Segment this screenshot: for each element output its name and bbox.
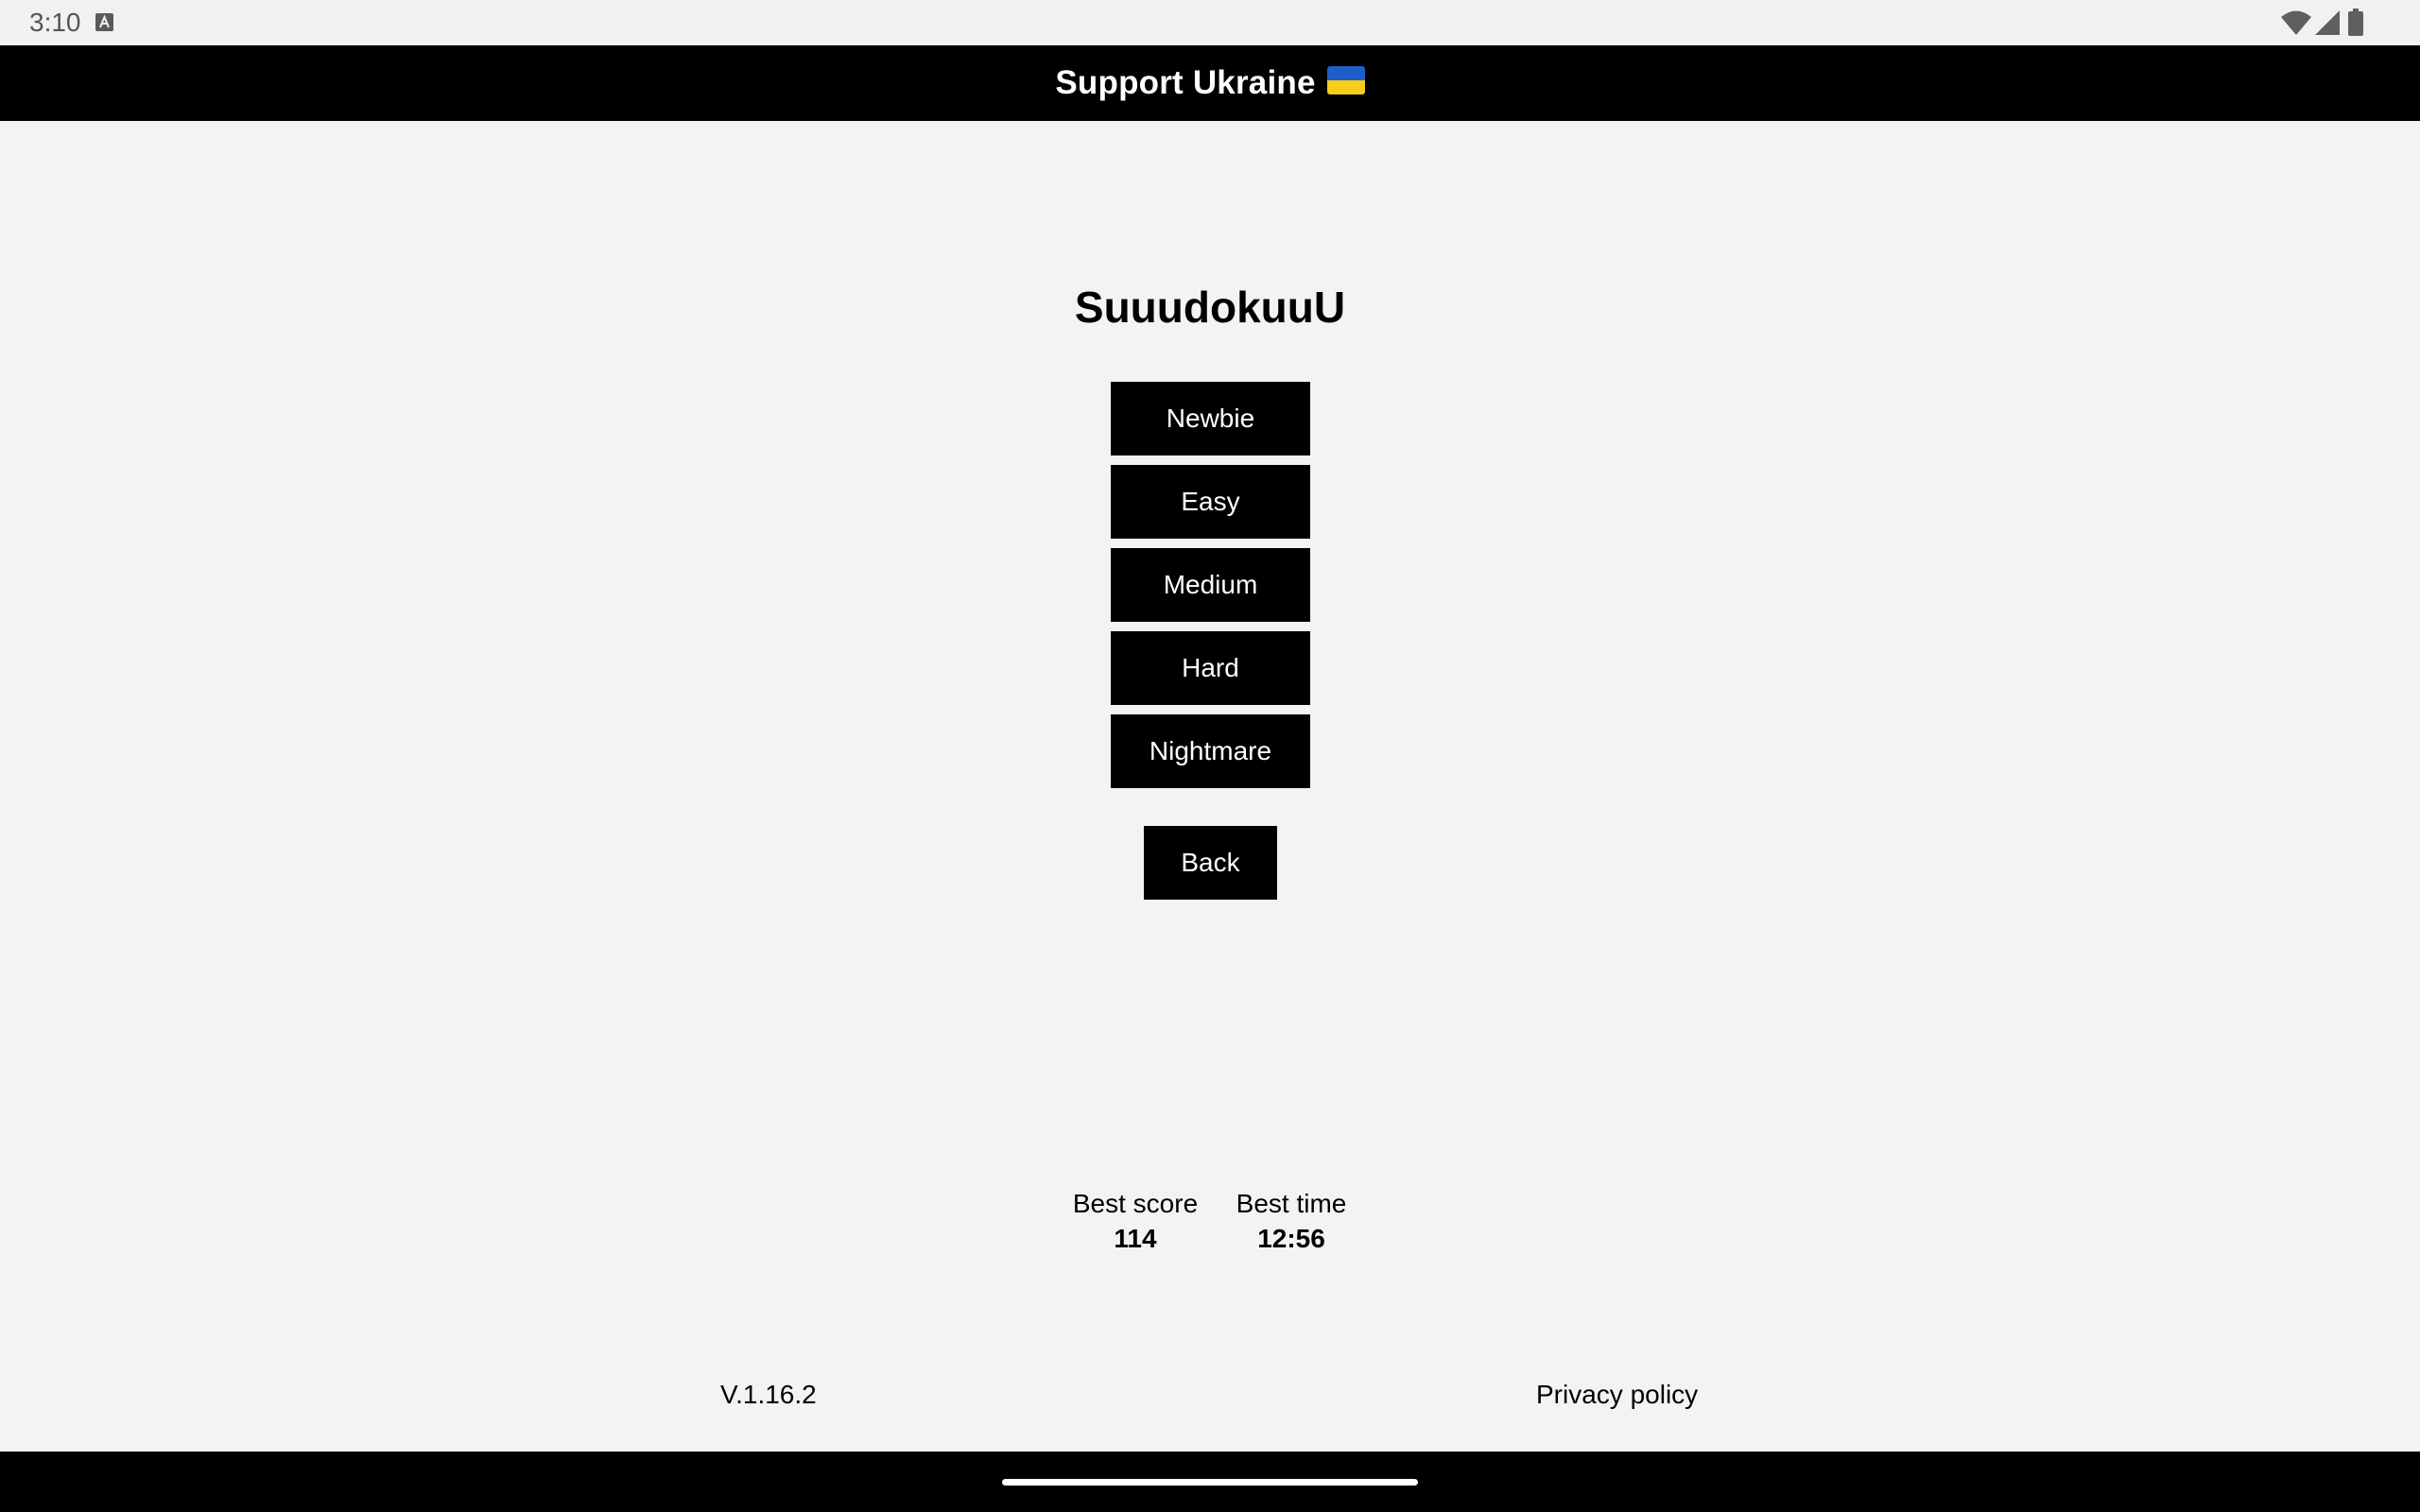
hard-button[interactable]: Hard	[1111, 631, 1310, 705]
status-icons	[2231, 0, 2420, 45]
ukraine-flag-icon	[1326, 66, 1365, 94]
navigation-bar	[0, 1452, 2420, 1512]
home-handle[interactable]	[1002, 1479, 1418, 1486]
status-time: 3:10	[29, 8, 81, 37]
best-score: Best score 114	[1068, 1187, 1202, 1257]
battery-icon	[2348, 9, 2363, 36]
privacy-policy-link[interactable]: Privacy policy	[1536, 1380, 1698, 1410]
app-title: SuuudokuuU	[1074, 283, 1346, 332]
wifi-icon	[2281, 10, 2311, 35]
version-label: V.1.16.2	[720, 1380, 817, 1409]
easy-button[interactable]: Easy	[1111, 465, 1310, 539]
status-bar: 3:10	[0, 0, 2420, 45]
nightmare-button[interactable]: Nightmare	[1111, 714, 1310, 788]
back-button[interactable]: Back	[1144, 826, 1277, 900]
best-time-label: Best time	[1236, 1189, 1347, 1218]
best-score-value: 114	[1114, 1224, 1157, 1253]
support-ukraine-banner[interactable]: Support Ukraine	[0, 45, 2420, 121]
best-time-value: 12:56	[1257, 1224, 1325, 1253]
keyboard-a-icon	[95, 13, 113, 31]
best-score-label: Best score	[1072, 1189, 1199, 1218]
medium-button[interactable]: Medium	[1111, 548, 1310, 622]
banner-text: Support Ukraine	[1055, 64, 1316, 101]
newbie-button[interactable]: Newbie	[1111, 382, 1310, 455]
cell-signal-icon	[2315, 10, 2340, 35]
best-time: Best time 12:56	[1229, 1187, 1354, 1257]
